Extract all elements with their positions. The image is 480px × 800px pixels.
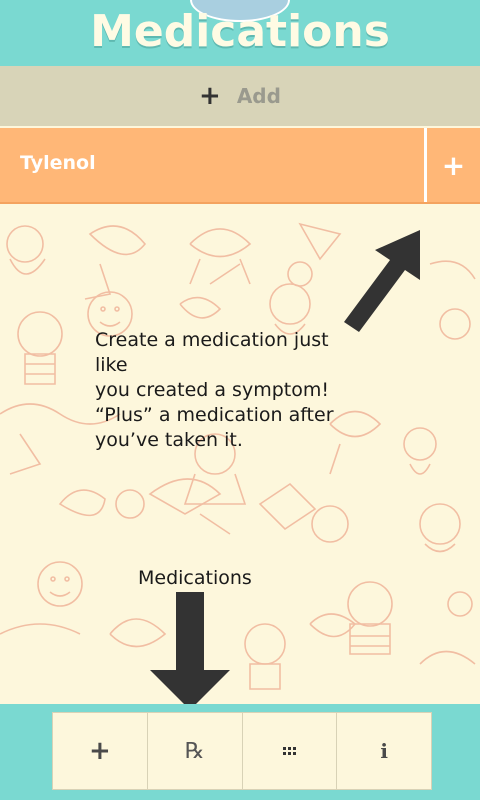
instruction-line: Create a medication just like (95, 329, 329, 376)
page-title: Medications (90, 6, 390, 57)
medication-row[interactable]: Tylenol + (0, 128, 480, 204)
medication-name: Tylenol (20, 152, 96, 174)
tab-grid[interactable] (243, 713, 338, 789)
bottom-tab-bar: + ℞ i (52, 712, 432, 790)
plus-icon: + (88, 736, 111, 766)
add-medication-button[interactable]: + Add (0, 66, 480, 126)
plus-icon: + (199, 81, 221, 111)
info-icon: i (380, 739, 388, 763)
instruction-text: Create a medication just like you create… (95, 328, 365, 453)
instruction-line: “Plus” a medication after (95, 404, 334, 426)
add-label: Add (236, 84, 281, 108)
instruction-line: you created a symptom! (95, 379, 329, 401)
app-header: Medications (0, 0, 480, 66)
rx-icon: ℞ (184, 738, 205, 764)
grid-icon (282, 747, 296, 755)
tutorial-arrow-down (150, 592, 230, 710)
take-medication-button[interactable]: + (427, 128, 480, 202)
tab-add[interactable]: + (53, 713, 148, 789)
tab-info[interactable]: i (337, 713, 431, 789)
tab-medications[interactable]: ℞ (148, 713, 243, 789)
instruction-line: you’ve taken it. (95, 429, 243, 451)
tutorial-arrow-up-right (344, 230, 420, 332)
tutorial-arrow-label: Medications (138, 567, 252, 589)
